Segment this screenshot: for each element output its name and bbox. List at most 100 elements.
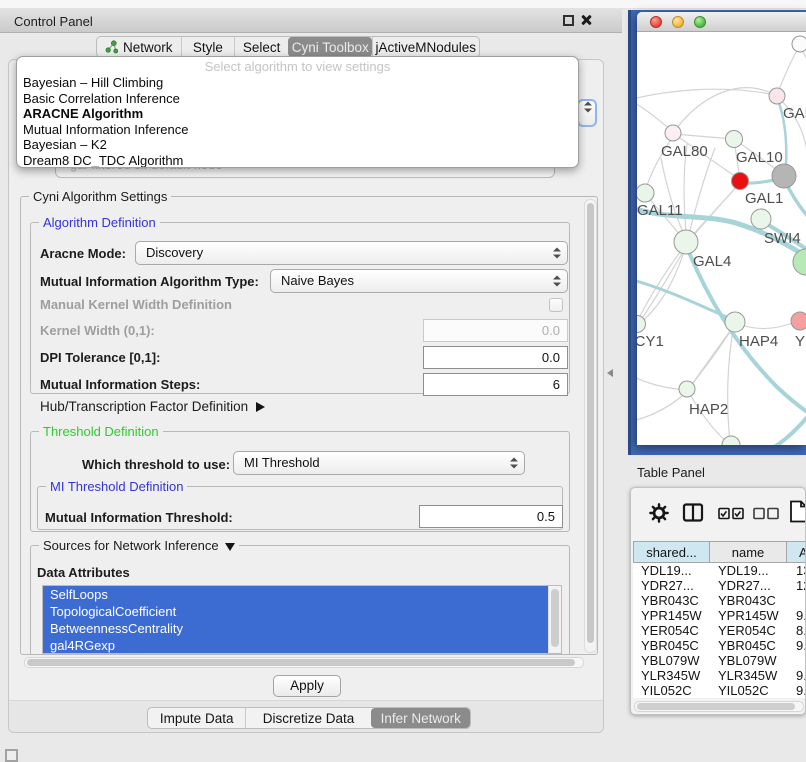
tab-infer-network[interactable]: Infer Network [371, 708, 470, 728]
list-vertical-scrollbar[interactable] [548, 586, 561, 653]
table-row[interactable]: YBR045CYBR045C9. [633, 638, 805, 653]
network-node-gal10[interactable] [726, 131, 743, 148]
data-attributes-list[interactable]: SelfLoopsTopologicalCoefficientBetweenne… [42, 585, 562, 654]
manual-kernel-width-label: Manual Kernel Width Definition [40, 297, 232, 312]
close-button[interactable] [650, 16, 662, 28]
table-cell: 13 [788, 563, 805, 578]
mi-algorithm-type-combo[interactable]: Naive Bayes [270, 269, 568, 293]
sources-title: Sources for Network Inference [43, 538, 219, 553]
column-header-partial[interactable]: A [786, 541, 805, 563]
table-row[interactable]: YDL19...YDL19...13 [633, 563, 805, 578]
dropdown-placeholder: Select algorithm to view settings [17, 59, 578, 75]
gear-icon[interactable] [649, 503, 669, 523]
network-node[interactable] [722, 436, 740, 445]
column-view-icon[interactable] [682, 503, 704, 523]
data-attribute-item[interactable]: SelfLoops [43, 586, 549, 603]
network-node-gal[interactable] [769, 88, 785, 104]
network-node-swi4[interactable] [751, 209, 771, 229]
combo-value: Naive Bayes [281, 273, 354, 288]
deselect-all-icon[interactable] [753, 507, 780, 520]
tab-impute-data[interactable]: Impute Data [148, 708, 245, 728]
tab-cyni-toolbox[interactable]: Cyni Toolbox [288, 37, 372, 57]
node-table[interactable]: shared... name A YDL19...YDL19...13YDR27… [633, 541, 805, 698]
data-attribute-item[interactable]: gal4RGexp [43, 637, 549, 654]
network-node-y[interactable] [791, 312, 806, 330]
scrollbar-thumb[interactable] [551, 589, 559, 647]
table-row[interactable]: YER054CYER054C8. [633, 623, 805, 638]
algorithm-option[interactable]: ARACNE Algorithm [17, 106, 578, 122]
minimize-button[interactable] [672, 16, 684, 28]
network-icon [105, 40, 118, 54]
node-label: GAL1 [745, 190, 783, 207]
close-icon[interactable] [580, 13, 593, 27]
table-rows: YDL19...YDL19...13YDR27...YDR27...12YBR0… [633, 563, 805, 698]
kernel-width-field[interactable]: 0.0 [423, 319, 568, 342]
tab-label: jActiveMNodules [376, 40, 477, 55]
table-row[interactable]: YBR043CYBR043C [633, 593, 805, 608]
network-window-titlebar[interactable] [637, 12, 806, 32]
network-node[interactable] [772, 164, 796, 188]
table-cell: YPR145W [710, 608, 788, 623]
which-threshold-combo[interactable]: MI Threshold [233, 451, 525, 475]
panel-title: Control Panel [14, 14, 93, 29]
network-node[interactable] [792, 36, 806, 52]
tab-style[interactable]: Style [181, 37, 235, 57]
data-attribute-item[interactable]: BetweennessCentrality [43, 620, 549, 637]
hub-definition-expander[interactable]: Hub/Transcription Factor Definition [40, 399, 265, 414]
tab-select[interactable]: Select [234, 37, 288, 57]
dpi-tolerance-field[interactable]: 0.0 [423, 346, 568, 369]
control-panel-titlebar: Control Panel [0, 9, 622, 33]
sources-expander[interactable]: Sources for Network Inference [39, 538, 239, 553]
inference-algorithm-combo-edge[interactable] [577, 99, 597, 127]
float-panel-icon[interactable] [563, 15, 574, 26]
table-row[interactable]: YBL079WYBL079W [633, 653, 805, 668]
table-horizontal-scrollbar[interactable] [634, 701, 804, 712]
network-node-gal11[interactable] [637, 184, 654, 202]
network-node-gal4[interactable] [674, 230, 698, 254]
network-node-hap2[interactable] [679, 381, 695, 397]
select-all-icon[interactable] [718, 507, 745, 520]
network-view-window[interactable]: GALGAL80GAL10GAL1GAL11SWI4GAL4GCY1HAP4YH… [637, 12, 806, 445]
settings-vertical-scrollbar[interactable] [584, 199, 597, 653]
scrollbar-thumb [637, 703, 795, 710]
network-node-gal1[interactable] [732, 173, 749, 190]
function-builder-icon[interactable] [789, 500, 806, 524]
aracne-mode-label: Aracne Mode: [40, 246, 126, 261]
algorithm-option[interactable]: Bayesian – K2 [17, 137, 578, 153]
network-node-gal80[interactable] [665, 125, 681, 141]
algorithm-option[interactable]: Bayesian – Hill Climbing [17, 75, 578, 91]
algorithm-option[interactable]: Basic Correlation Inference [17, 91, 578, 107]
tab-network[interactable]: Network [97, 37, 181, 57]
table-row[interactable]: YDR27...YDR27...12 [633, 578, 805, 593]
network-node-gcy1[interactable] [637, 316, 646, 333]
mi-steps-field[interactable]: 6 [423, 373, 568, 396]
data-attribute-item[interactable]: TopologicalCoefficient [43, 603, 549, 620]
column-header-name[interactable]: name [709, 541, 787, 563]
table-row[interactable]: YPR145WYPR145W9. [633, 608, 805, 623]
network-canvas[interactable]: GALGAL80GAL10GAL1GAL11SWI4GAL4GCY1HAP4YH… [637, 32, 806, 445]
apply-button[interactable]: Apply [273, 675, 341, 697]
collapsed-panel-icon[interactable] [5, 749, 18, 762]
table-row[interactable]: YLR345WYLR345W9. [633, 668, 805, 683]
mi-threshold-field[interactable]: 0.5 [419, 505, 563, 528]
tab-jactivemnodules[interactable]: jActiveMNodules [372, 37, 479, 57]
column-header-shared-name[interactable]: shared... [633, 541, 710, 563]
algorithm-option[interactable]: Mutual Information Inference [17, 122, 578, 138]
panel-resize-grip[interactable] [607, 369, 613, 377]
aracne-mode-combo[interactable]: Discovery [135, 241, 568, 265]
scrollbar-thumb[interactable] [587, 203, 594, 643]
network-node-hap4[interactable] [725, 312, 745, 332]
network-node[interactable] [793, 249, 806, 275]
manual-kernel-width-checkbox[interactable] [549, 298, 563, 312]
settings-horizontal-scrollbar[interactable] [24, 657, 584, 668]
tab-discretize-data[interactable]: Discretize Data [245, 708, 370, 728]
table-row[interactable]: YIL052CYIL052C9. [633, 683, 805, 698]
table-cell: YBL079W [710, 653, 788, 668]
group-title: Threshold Definition [39, 424, 163, 439]
scrollbar-thumb[interactable] [27, 659, 575, 666]
node-label: GCY1 [637, 333, 664, 350]
algorithm-option[interactable]: Dream8 DC_TDC Algorithm [17, 153, 578, 168]
zoom-button[interactable] [694, 16, 706, 28]
table-cell: YER054C [710, 623, 788, 638]
node-label: SWI4 [764, 230, 801, 247]
